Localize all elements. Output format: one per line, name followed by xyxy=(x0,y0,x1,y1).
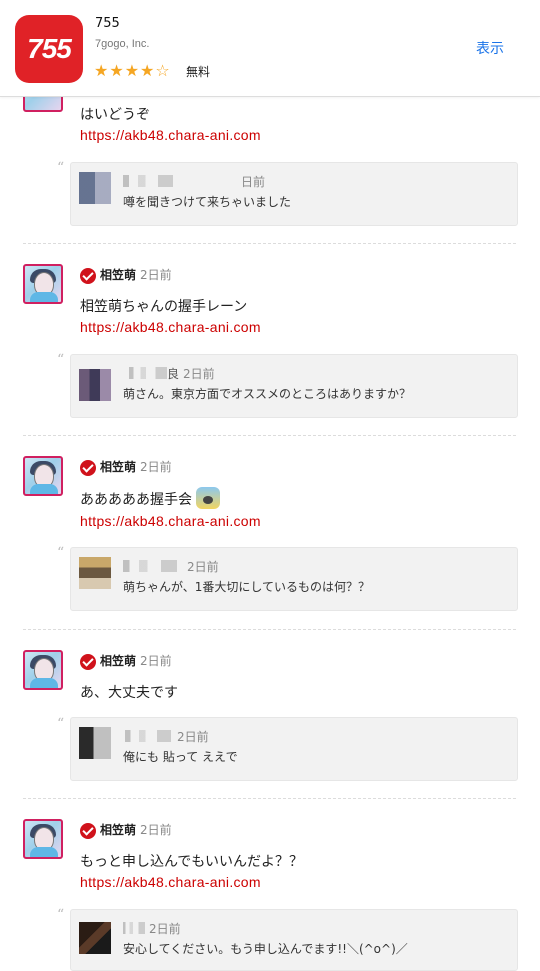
app-developer: 7gogo, Inc. xyxy=(95,38,150,50)
reply-time: 2日前 xyxy=(183,367,215,381)
quote-icon: “ xyxy=(57,716,65,732)
post-time: 2日前 xyxy=(140,823,172,837)
divider xyxy=(23,798,516,799)
verified-badge-icon xyxy=(80,268,96,284)
post-link[interactable]: https://akb48.chara-ani.com xyxy=(80,513,261,529)
reply-time: 2日前 xyxy=(149,922,181,936)
avatar[interactable] xyxy=(23,264,63,304)
reply-time: 2日前 xyxy=(187,560,219,574)
reply-text: 安心してください。もう申し込んでます!!＼(^o^)／ xyxy=(123,942,408,956)
reply-avatar[interactable] xyxy=(79,172,111,204)
scream-emoji-icon xyxy=(196,487,220,509)
reply-text: 萌ちゃんが、1番大切にしているものは何？？ xyxy=(123,580,371,594)
star-filled-icon: ★★★★ xyxy=(94,61,156,80)
quote-icon: “ xyxy=(57,545,65,561)
post-text: はいどうぞ xyxy=(80,107,150,123)
app-icon[interactable]: 755 xyxy=(15,15,83,83)
reply-time: 日前 xyxy=(241,175,266,189)
reply-box[interactable]: 日前 噂を聞きつけて来ちゃいました xyxy=(70,162,518,226)
poster-name[interactable]: 相笠萌 xyxy=(100,266,136,283)
avatar[interactable] xyxy=(23,456,63,496)
divider xyxy=(23,243,516,244)
quote-icon: “ xyxy=(57,907,65,923)
avatar[interactable] xyxy=(23,819,63,859)
reply-box[interactable]: 2日前 安心してください。もう申し込んでます!!＼(^o^)／ xyxy=(70,909,518,971)
poster-name[interactable]: 相笠萌 xyxy=(100,652,136,669)
post-link[interactable]: https://akb48.chara-ani.com xyxy=(80,874,261,890)
reply-username-blurred xyxy=(123,922,145,934)
post-text: あ、大丈夫です xyxy=(80,685,178,701)
post-time: 2日前 xyxy=(140,654,172,668)
poster-name[interactable]: 相笠萌 xyxy=(100,458,136,475)
reply-box[interactable]: 2日前 俺にも 貼って ええで xyxy=(70,717,518,781)
reply-avatar[interactable] xyxy=(79,557,111,589)
divider xyxy=(23,629,516,630)
post-time: 2日前 xyxy=(140,460,172,474)
reply-username-blurred xyxy=(129,367,167,379)
post-text: もっと申し込んでもいいんだよ？？ xyxy=(80,854,304,870)
verified-badge-icon xyxy=(80,823,96,839)
view-button[interactable]: 表示 xyxy=(476,38,504,58)
star-empty-icon: ☆ xyxy=(155,61,171,80)
post-text: 相笠萌ちゃんの握手レーン xyxy=(80,299,248,315)
post-link[interactable]: https://akb48.chara-ani.com xyxy=(80,127,261,143)
reply-avatar[interactable] xyxy=(79,922,111,954)
poster-name[interactable]: 相笠萌 xyxy=(100,821,136,838)
reply-avatar[interactable] xyxy=(79,369,111,401)
verified-badge-icon xyxy=(80,654,96,670)
quote-icon: “ xyxy=(57,352,65,368)
post-text: あああああ握手会 xyxy=(80,492,192,508)
app-price: 無料 xyxy=(186,65,211,79)
reply-time: 2日前 xyxy=(177,730,209,744)
quote-icon: “ xyxy=(57,160,65,176)
post-text-row: あああああ握手会 xyxy=(80,487,220,509)
app-install-banner: 755 755 7gogo, Inc. ★★★★☆ 無料 表示 xyxy=(0,0,540,97)
reply-username-blurred xyxy=(123,175,173,187)
reply-text: 噂を聞きつけて来ちゃいました xyxy=(123,195,292,209)
reply-box[interactable]: 2日前 萌ちゃんが、1番大切にしているものは何？？ xyxy=(70,547,518,611)
avatar[interactable] xyxy=(23,650,63,690)
verified-badge-icon xyxy=(80,460,96,476)
reply-text: 俺にも 貼って ええで xyxy=(123,750,238,764)
rating-stars: ★★★★☆ xyxy=(94,62,171,80)
app-name: 755 xyxy=(95,16,120,31)
reply-username-blurred xyxy=(123,560,177,572)
post-time: 2日前 xyxy=(140,268,172,282)
reply-text: 萌さん。東京方面でオススメのところはありますか？ xyxy=(123,387,412,401)
reply-avatar[interactable] xyxy=(79,727,111,759)
reply-name-suffix: 良 xyxy=(167,367,180,381)
reply-box[interactable]: 良 2日前 萌さん。東京方面でオススメのところはありますか？ xyxy=(70,354,518,418)
reply-username-blurred xyxy=(125,730,171,742)
divider xyxy=(23,435,516,436)
post-link[interactable]: https://akb48.chara-ani.com xyxy=(80,319,261,335)
